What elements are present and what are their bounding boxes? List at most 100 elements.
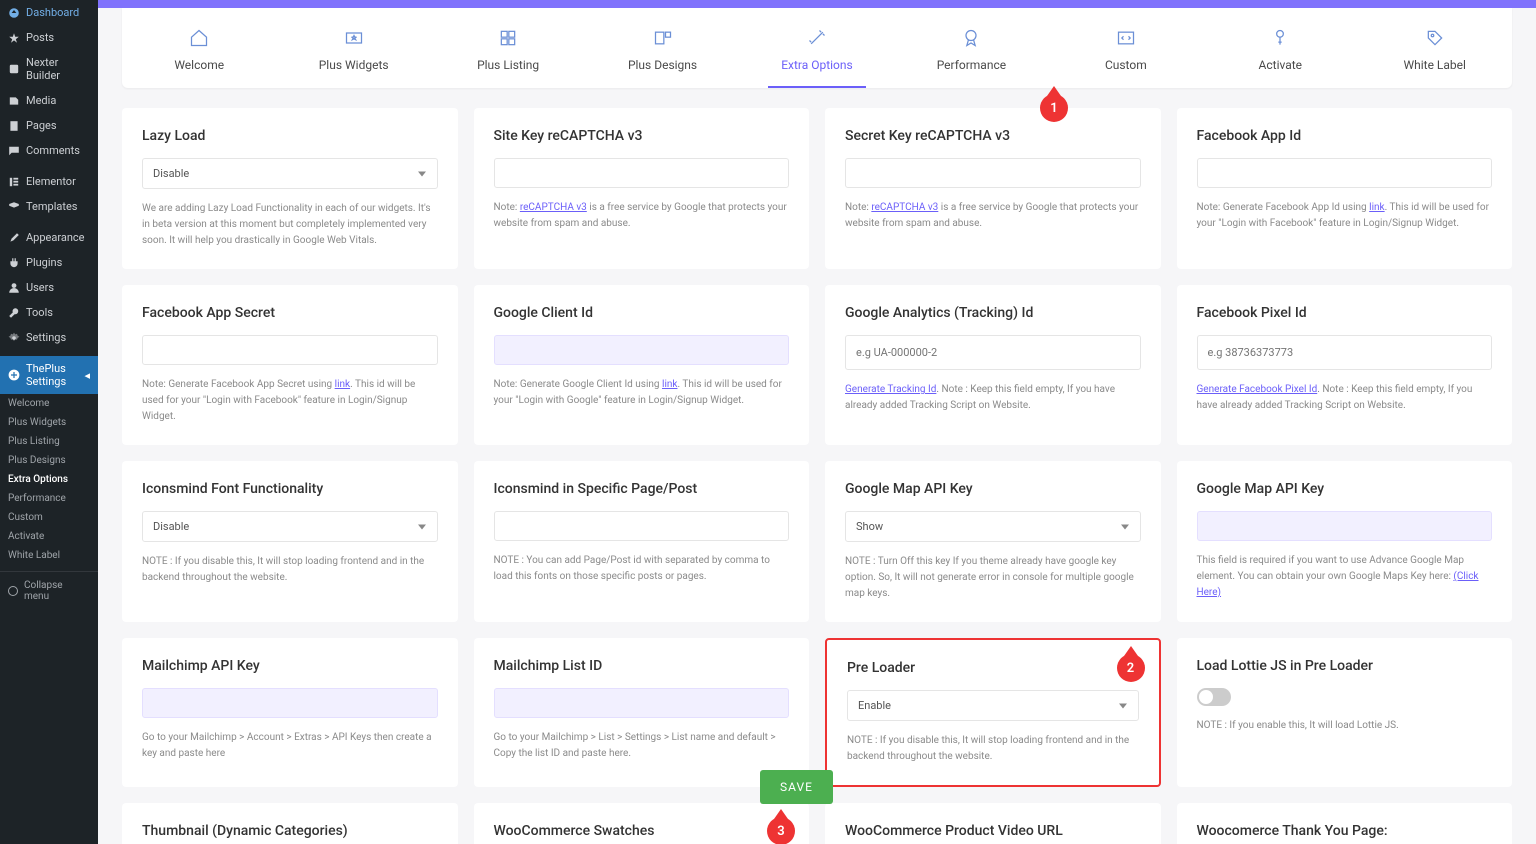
recaptcha-link[interactable]: reCAPTCHA v3	[871, 202, 938, 213]
sidebar-sub-plus-designs[interactable]: Plus Designs	[0, 451, 98, 470]
recaptcha-site-input[interactable]	[494, 158, 790, 188]
sidebar-item-label: Templates	[26, 200, 77, 213]
card-lottie: Load Lottie JS in Pre Loader NOTE : If y…	[1177, 638, 1513, 787]
ga-input[interactable]	[845, 335, 1141, 370]
recaptcha-secret-input[interactable]	[845, 158, 1141, 188]
sidebar-item-label: Comments	[26, 144, 80, 157]
google-client-input[interactable]	[494, 335, 790, 365]
card-woo-ty: Woocomerce Thank You Page: Select Templa…	[1177, 803, 1513, 844]
sidebar-item-nexter-builder[interactable]: Nexter Builder	[0, 50, 98, 88]
card-note: Note: Generate Facebook App Id using lin…	[1197, 200, 1493, 232]
tab-welcome[interactable]: Welcome	[122, 8, 276, 88]
plus-icon	[8, 369, 20, 381]
card-iconsmind-page: Iconsmind in Specific Page/Post NOTE : Y…	[474, 461, 810, 622]
sidebar-item-posts[interactable]: Posts	[0, 25, 98, 50]
collapse-menu[interactable]: Collapse menu	[0, 571, 98, 610]
sidebar-item-label: Media	[26, 94, 56, 107]
sidebar-item-pages[interactable]: Pages	[0, 113, 98, 138]
card-note: NOTE : If you disable this, It will stop…	[847, 733, 1139, 765]
tab-plus-widgets[interactable]: Plus Widgets	[276, 8, 430, 88]
sidebar-sub-welcome[interactable]: Welcome	[0, 394, 98, 413]
sidebar-sub-custom[interactable]: Custom	[0, 508, 98, 527]
sidebar-item-media[interactable]: Media	[0, 88, 98, 113]
card-title: Site Key reCAPTCHA v3	[494, 128, 790, 144]
card-gmap-show: Google Map API Key Show NOTE : Turn Off …	[825, 461, 1161, 622]
tab-label: Plus Widgets	[319, 58, 389, 72]
card-woo-vid: WooCommerce Product Video URL	[825, 803, 1161, 844]
card-note: NOTE : If you enable this, It will load …	[1197, 718, 1493, 734]
card-title: Google Client Id	[494, 305, 790, 321]
tab-activate[interactable]: Activate	[1203, 8, 1357, 88]
card-fb-app: Facebook App Id Note: Generate Facebook …	[1177, 108, 1513, 269]
card-note: Go to your Mailchimp > Account > Extras …	[142, 730, 438, 762]
card-iconsmind: Iconsmind Font Functionality Disable NOT…	[122, 461, 458, 622]
card-note: NOTE : If you disable this, It will stop…	[142, 554, 438, 586]
iconsmind-page-input[interactable]	[494, 511, 790, 541]
iconsmind-select[interactable]: Disable	[142, 511, 438, 542]
card-title: Google Map API Key	[845, 481, 1141, 497]
fb-secret-link[interactable]: link	[335, 379, 350, 390]
sidebar-item-templates[interactable]: Templates	[0, 194, 98, 219]
tag-icon	[1425, 28, 1445, 48]
tab-white-label[interactable]: White Label	[1358, 8, 1512, 88]
gmap-key-input[interactable]	[1197, 511, 1493, 541]
fb-secret-input[interactable]	[142, 335, 438, 365]
tab-performance[interactable]: Performance	[894, 8, 1048, 88]
sidebar-item-theplus-settings[interactable]: ThePlus Settings◂	[0, 356, 98, 394]
card-preloader: 2 Pre Loader Enable NOTE : If you disabl…	[825, 638, 1161, 787]
card-fb-secret: Facebook App Secret Note: Generate Faceb…	[122, 285, 458, 445]
gmap-show-select[interactable]: Show	[845, 511, 1141, 542]
fb-pixel-input[interactable]	[1197, 335, 1493, 370]
user-icon	[8, 282, 20, 294]
fb-app-link[interactable]: link	[1369, 202, 1384, 213]
sidebar-item-label: Appearance	[26, 231, 85, 244]
card-mc-list: Mailchimp List ID Go to your Mailchimp >…	[474, 638, 810, 787]
sidebar-item-plugins[interactable]: Plugins	[0, 250, 98, 275]
sidebar-item-users[interactable]: Users	[0, 275, 98, 300]
sidebar-sub-white-label[interactable]: White Label	[0, 546, 98, 565]
card-title: Mailchimp API Key	[142, 658, 438, 674]
sidebar-sub-plus-listing[interactable]: Plus Listing	[0, 432, 98, 451]
tab-label: Welcome	[174, 58, 224, 72]
gauge-icon	[8, 7, 20, 19]
lottie-toggle[interactable]	[1197, 688, 1231, 706]
sidebar-sub-extra-options[interactable]: Extra Options	[0, 470, 98, 489]
tab-custom[interactable]: Custom	[1049, 8, 1203, 88]
sidebar-sub-plus-widgets[interactable]: Plus Widgets	[0, 413, 98, 432]
tab-plus-listing[interactable]: Plus Listing	[431, 8, 585, 88]
fb-pixel-link[interactable]: Generate Facebook Pixel Id	[1197, 384, 1318, 395]
card-note: Note: reCAPTCHA v3 is a free service by …	[845, 200, 1141, 232]
sidebar-item-appearance[interactable]: Appearance	[0, 225, 98, 250]
sidebar-item-label: Dashboard	[26, 6, 79, 19]
tab-plus-designs[interactable]: Plus Designs	[585, 8, 739, 88]
tab-label: Plus Listing	[477, 58, 539, 72]
tab-extra-options[interactable]: Extra Options	[740, 8, 894, 88]
brush-icon	[8, 232, 20, 244]
sidebar-item-label: Plugins	[26, 256, 62, 269]
page-icon	[8, 120, 20, 132]
sidebar-item-settings[interactable]: Settings	[0, 325, 98, 350]
recaptcha-link[interactable]: reCAPTCHA v3	[520, 202, 587, 213]
mc-list-input[interactable]	[494, 688, 790, 718]
sidebar-item-elementor[interactable]: Elementor	[0, 169, 98, 194]
sidebar-sub-activate[interactable]: Activate	[0, 527, 98, 546]
ga-link[interactable]: Generate Tracking Id	[845, 384, 936, 395]
card-note: This field is required if you want to us…	[1197, 553, 1493, 601]
sidebar-sub-performance[interactable]: Performance	[0, 489, 98, 508]
sidebar-item-label: Nexter Builder	[26, 56, 90, 82]
preloader-select[interactable]: Enable	[847, 690, 1139, 721]
sidebar-item-tools[interactable]: Tools	[0, 300, 98, 325]
mc-api-input[interactable]	[142, 688, 438, 718]
lazy-load-select[interactable]: Disable	[142, 158, 438, 189]
card-note: Generate Facebook Pixel Id. Note : Keep …	[1197, 382, 1493, 414]
save-button[interactable]: SAVE	[760, 770, 833, 804]
card-title: WooCommerce Swatches	[494, 823, 790, 839]
annotation-pin-1: 1	[1040, 94, 1068, 122]
tab-label: Plus Designs	[628, 58, 697, 72]
sidebar-item-comments[interactable]: Comments	[0, 138, 98, 163]
card-note: NOTE : Turn Off this key If you theme al…	[845, 554, 1141, 602]
annotation-pin-2: 2	[1117, 654, 1145, 682]
sidebar-item-dashboard[interactable]: Dashboard	[0, 0, 98, 25]
google-client-link[interactable]: link	[662, 379, 677, 390]
fb-app-input[interactable]	[1197, 158, 1493, 188]
